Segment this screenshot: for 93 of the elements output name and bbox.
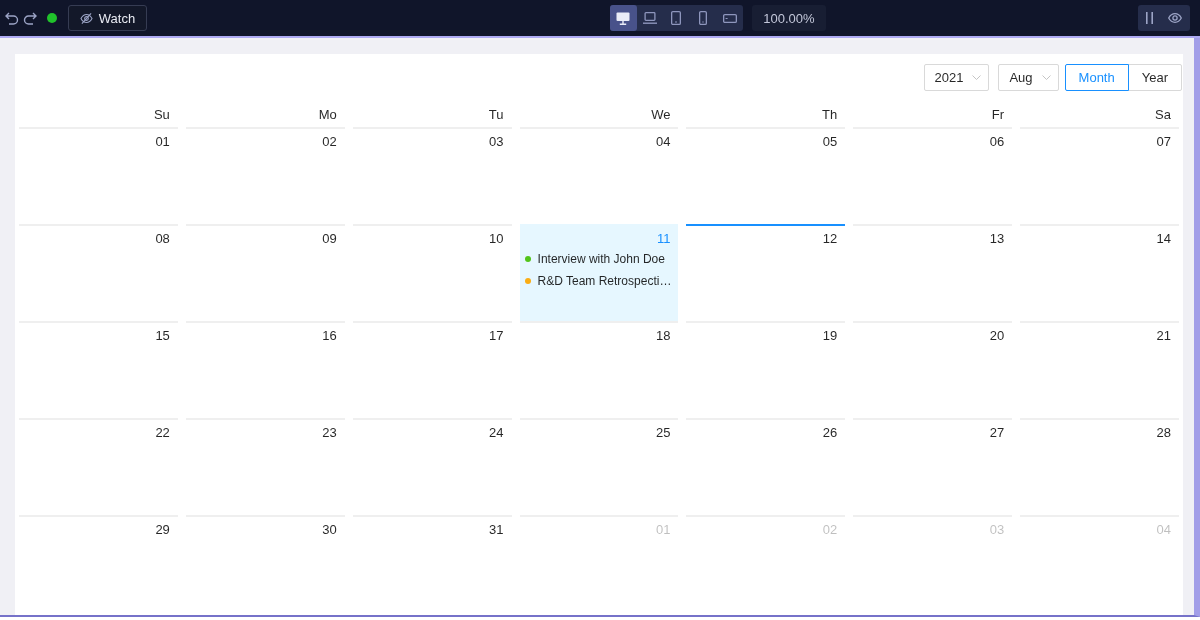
weekday-label: Sa xyxy=(1154,106,1172,124)
calendar-day-cell[interactable]: 20 xyxy=(853,321,1013,418)
day-number: 15 xyxy=(154,327,171,345)
weekday-label: Fr xyxy=(990,106,1006,124)
day-number: 01 xyxy=(154,133,171,151)
tablet-icon xyxy=(671,11,682,25)
calendar-day-cell[interactable]: 10 xyxy=(352,224,512,321)
phone-icon xyxy=(699,11,708,25)
weekday-label: Tu xyxy=(487,106,505,124)
day-number: 19 xyxy=(821,327,839,345)
calendar-day-cell[interactable]: 22 xyxy=(19,418,178,515)
calendar-day-cell[interactable]: 14 xyxy=(1020,224,1179,321)
calendar-day-cell[interactable]: 27 xyxy=(853,418,1013,515)
day-number: 22 xyxy=(154,424,171,442)
laptop-icon xyxy=(642,12,657,24)
calendar-day-cell[interactable]: 26 xyxy=(686,418,846,515)
day-number: 04 xyxy=(654,133,672,151)
day-number: 23 xyxy=(321,424,338,442)
calendar-day-cell[interactable]: 25 xyxy=(519,418,679,515)
calendar-day-cell[interactable]: 29 xyxy=(19,515,178,612)
day-number: 21 xyxy=(1155,327,1172,345)
day-number: 12 xyxy=(821,230,839,248)
calendar-day-cell[interactable]: 09 xyxy=(185,224,345,321)
day-number: 20 xyxy=(988,327,1006,345)
day-number: 29 xyxy=(154,521,171,539)
watch-button[interactable]: Watch xyxy=(68,5,147,31)
status-dot-icon xyxy=(47,13,57,23)
chevron-down-icon xyxy=(1041,75,1051,80)
weekday-label: Th xyxy=(821,106,839,124)
day-number: 05 xyxy=(821,133,839,151)
day-number: 17 xyxy=(488,327,505,345)
calendar-day-cell[interactable]: 17 xyxy=(352,321,512,418)
calendar-day-cell[interactable]: 28 xyxy=(1020,418,1179,515)
day-number: 09 xyxy=(321,230,338,248)
calendar-day-cell[interactable]: 03 xyxy=(352,127,512,224)
eye-icon[interactable] xyxy=(1168,13,1183,23)
day-number: 11 xyxy=(655,230,672,248)
calendar-day-cell[interactable]: 12 xyxy=(686,224,846,321)
day-number: 10 xyxy=(488,230,505,248)
event-title[interactable]: R&D Team Retrospecti… xyxy=(537,270,672,292)
day-number: 13 xyxy=(988,230,1006,248)
device-button[interactable] xyxy=(610,5,637,31)
day-number: 16 xyxy=(321,327,338,345)
day-number: 14 xyxy=(1155,230,1172,248)
zoom-level[interactable]: 100.00% xyxy=(751,5,826,31)
day-number: 03 xyxy=(988,521,1006,539)
calendar-day-cell[interactable]: 18 xyxy=(519,321,679,418)
undo-icon[interactable] xyxy=(5,11,19,25)
redo-icon[interactable] xyxy=(23,11,37,25)
calendar-day-cell[interactable]: 24 xyxy=(352,418,512,515)
calendar-day-cell[interactable]: 21 xyxy=(1020,321,1179,418)
day-number: 08 xyxy=(154,230,171,248)
calendar-day-cell[interactable]: 16 xyxy=(185,321,345,418)
calendar-day-cell[interactable]: 19 xyxy=(686,321,846,418)
pause-icon[interactable] xyxy=(1145,12,1153,24)
day-number: 25 xyxy=(654,424,672,442)
eye-slash-icon xyxy=(79,12,93,24)
day-number: 02 xyxy=(821,521,839,539)
year-select[interactable]: 2021 xyxy=(923,64,990,91)
calendar-day-cell[interactable]: 11 Interview with John Doe R&D Team Retrospecti… xyxy=(519,224,679,321)
day-number: 07 xyxy=(1155,133,1172,151)
day-number: 01 xyxy=(654,521,672,539)
day-number: 03 xyxy=(488,133,505,151)
calendar-day-cell[interactable]: 13 xyxy=(853,224,1013,321)
day-number: 26 xyxy=(821,424,839,442)
calendar-day-cell[interactable]: 02 xyxy=(185,127,345,224)
day-number: 30 xyxy=(321,521,338,539)
calendar-day-cell[interactable]: 05 xyxy=(686,127,846,224)
day-number: 04 xyxy=(1155,521,1172,539)
event-title[interactable]: Interview with John Doe xyxy=(537,248,665,270)
calendar-day-cell[interactable]: 07 xyxy=(1020,127,1179,224)
day-number: 18 xyxy=(654,327,672,345)
calendar-day-cell[interactable]: 01 xyxy=(19,127,178,224)
weekday-label: Mo xyxy=(317,106,338,124)
weekday-label: We xyxy=(650,106,672,124)
day-number: 06 xyxy=(988,133,1006,151)
calendar-day-cell[interactable]: 23 xyxy=(185,418,345,515)
day-number: 27 xyxy=(988,424,1006,442)
view-mode-tab[interactable]: Year xyxy=(1127,64,1182,91)
calendar-day-cell[interactable]: 30 xyxy=(185,515,345,612)
monitor-icon xyxy=(616,11,631,25)
calendar-day-cell[interactable]: 15 xyxy=(19,321,178,418)
landscape-tablet-icon xyxy=(722,13,737,23)
day-number: 31 xyxy=(488,521,505,539)
calendar-day-cell[interactable]: 06 xyxy=(853,127,1013,224)
month-select[interactable]: Aug xyxy=(998,64,1059,91)
calendar-day-cell[interactable]: 31 xyxy=(352,515,512,612)
day-number: 02 xyxy=(321,133,338,151)
weekday-label: Su xyxy=(152,106,171,124)
calendar-day-cell[interactable]: 08 xyxy=(19,224,178,321)
day-number: 28 xyxy=(1155,424,1172,442)
day-number: 24 xyxy=(488,424,505,442)
chevron-down-icon xyxy=(972,75,982,80)
